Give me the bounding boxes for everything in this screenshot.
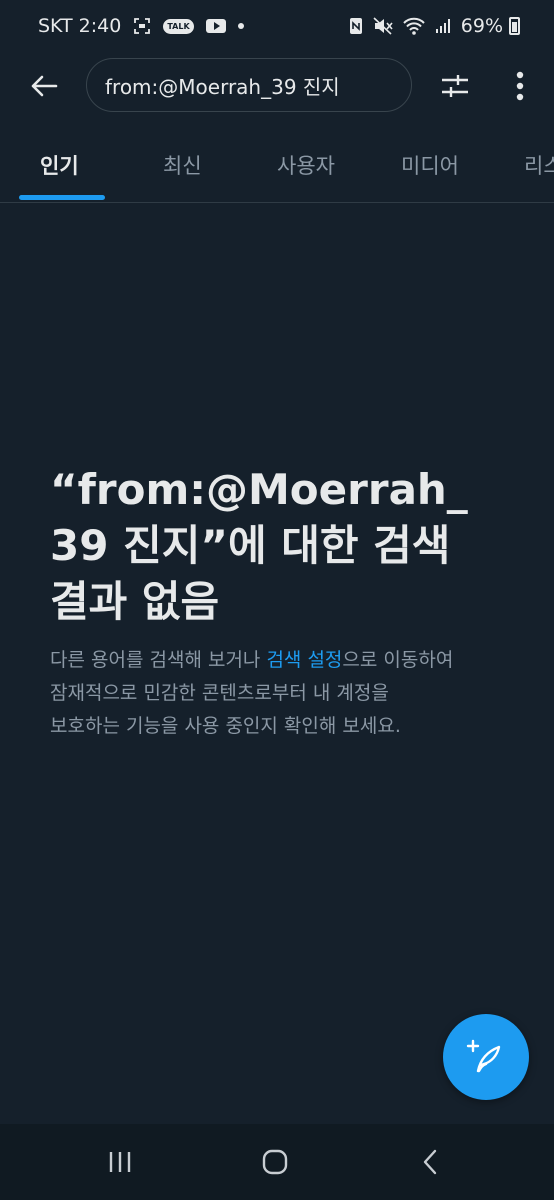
tab-people[interactable]: 사용자 [277,150,335,180]
status-bar-left: SKT 2:40 TALK [38,15,244,37]
empty-title-line-2: 39 진지”에 대한 검색 [50,521,451,570]
nfc-icon [349,17,363,35]
tab-lists[interactable]: 리스 [524,150,554,180]
tab-latest[interactable]: 최신 [163,150,202,180]
dot-icon [237,23,244,29]
screenshot-icon [133,17,151,35]
back-button[interactable] [24,66,64,106]
carrier-label: SKT [38,15,73,37]
filter-sliders-icon [442,75,468,97]
search-settings-link[interactable]: 검색 설정 [266,649,342,671]
system-nav-bar [0,1124,554,1200]
battery-percent: 69% [460,15,503,37]
empty-state-title: “from:@Moerrah_ 39 진지”에 대한 검색 결과 없음 [50,462,520,630]
search-top-bar: from:@Moerrah_39 진지 [0,56,554,114]
compose-tweet-button[interactable] [443,1014,529,1100]
empty-title-line-1: “from:@Moerrah_ [50,465,468,514]
search-input[interactable]: from:@Moerrah_39 진지 [86,58,412,112]
home-icon [262,1149,288,1175]
empty-desc-line-3: 보호하는 기능을 사용 중인지 확인해 보세요. [50,715,401,737]
kakaotalk-icon: TALK [163,18,194,34]
more-options-button[interactable] [500,66,540,106]
compose-feather-plus-icon [466,1039,501,1073]
empty-desc-after-link: 으로 이동하여 [342,649,454,671]
back-icon [423,1149,437,1175]
empty-desc-before-link: 다른 용어를 검색해 보거나 [50,649,267,671]
recent-apps-icon [109,1152,131,1172]
screen: SKT 2:40 TALK 69% from:@Moerrah_39 진지 인기… [0,0,554,1200]
empty-state: “from:@Moerrah_ 39 진지”에 대한 검색 결과 없음 다른 용… [50,462,520,743]
back-arrow-icon [31,75,58,97]
home-button[interactable] [245,1142,305,1182]
tab-media[interactable]: 미디어 [401,150,459,180]
mute-icon [373,17,393,35]
youtube-icon [205,19,226,33]
active-tab-indicator [19,195,105,200]
search-query-text: from:@Moerrah_39 진지 [105,74,340,99]
empty-title-line-3: 결과 없음 [50,577,220,626]
empty-desc-line-1: 다른 용어를 검색해 보거나 검색 설정으로 이동하여 [50,644,520,677]
recent-apps-button[interactable] [90,1142,150,1182]
clock: 2:40 [78,15,122,37]
status-bar-right: 69% [349,15,520,37]
tab-top[interactable]: 인기 [40,150,79,180]
search-filter-button[interactable] [434,66,476,106]
wifi-icon [403,17,425,35]
status-bar: SKT 2:40 TALK 69% [0,0,554,56]
more-vertical-icon [516,71,524,101]
search-tabs: 인기 최신 사용자 미디어 리스 [0,130,554,203]
battery-icon [509,17,520,35]
empty-desc-line-2: 잠재적으로 민감한 콘텐츠로부터 내 계정을 [50,682,389,704]
signal-icon [435,18,451,34]
empty-state-description: 다른 용어를 검색해 보거나 검색 설정으로 이동하여 잠재적으로 민감한 콘텐… [50,644,520,743]
nav-back-button[interactable] [400,1142,460,1182]
